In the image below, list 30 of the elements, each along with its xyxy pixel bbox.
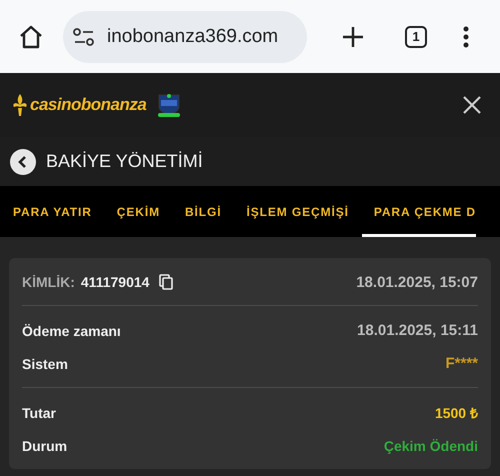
menu-icon[interactable] <box>463 26 469 48</box>
id-label: KİMLİK: <box>22 274 75 290</box>
plus-icon[interactable] <box>342 26 364 48</box>
url-text: inobonanza369.com <box>107 26 278 48</box>
address-bar[interactable]: inobonanza369.com <box>63 10 307 62</box>
created-date: 18.01.2025, 15:07 <box>356 274 478 290</box>
tab[interactable]: ÇEKİM <box>116 186 160 237</box>
field-label: Sistem <box>22 356 68 372</box>
back-icon[interactable] <box>10 148 36 174</box>
site-settings-icon[interactable] <box>73 28 95 46</box>
id-value: 411179014 <box>80 274 150 290</box>
field-value: 18.01.2025, 15:11 <box>357 322 478 339</box>
tab[interactable]: PARA YATIR <box>13 186 92 237</box>
field-label: Ödeme zamanı <box>22 322 121 338</box>
field-label: Tutar <box>22 404 56 420</box>
tab-count-button[interactable]: 1 <box>405 26 427 48</box>
home-icon[interactable] <box>18 24 44 50</box>
fleur-icon <box>12 93 28 117</box>
field-value: F**** <box>445 355 478 372</box>
page-title: BAKİYE YÖNETİMİ <box>46 151 203 172</box>
field-value: 1500 ₺ <box>434 404 478 422</box>
logo[interactable]: casinobonanza <box>30 95 146 115</box>
close-icon[interactable] <box>463 96 481 114</box>
shield-badge-icon <box>156 92 182 118</box>
field-value: Çekim Ödendi <box>384 438 478 454</box>
field-label: Durum <box>22 438 68 454</box>
tab[interactable]: İŞLEM GEÇMİŞİ <box>246 186 349 237</box>
copy-icon[interactable] <box>159 274 174 290</box>
tab[interactable]: BİLGİ <box>184 186 222 237</box>
tab[interactable]: PARA ÇEKME D <box>362 186 476 237</box>
